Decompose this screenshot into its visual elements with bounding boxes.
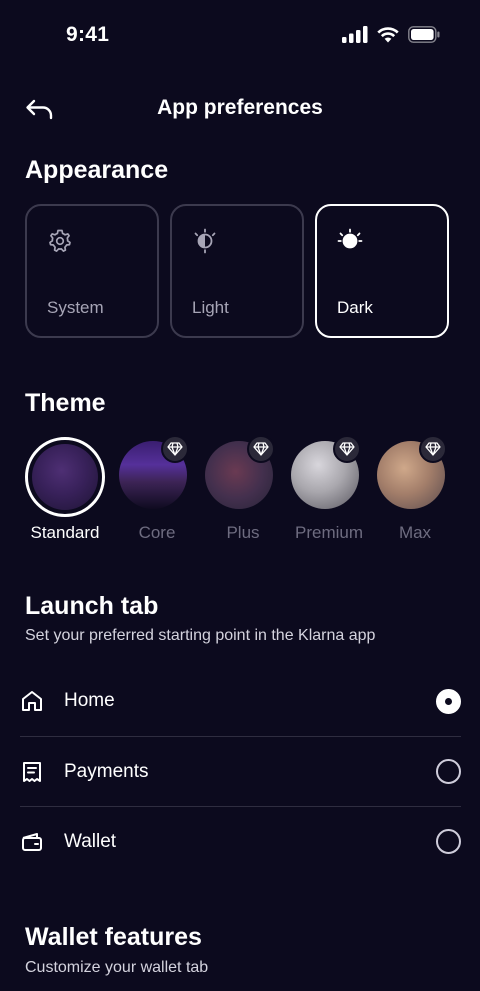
house-icon [22, 691, 42, 711]
theme-options: Standard Core Plus Premium Max [25, 435, 465, 547]
wallet-icon [22, 832, 42, 851]
diamond-icon [167, 442, 183, 456]
premium-badge [333, 435, 361, 463]
cellular-signal-icon [342, 26, 368, 43]
wallet-features-subtitle: Customize your wallet tab [25, 959, 209, 976]
theme-swatch [32, 444, 98, 510]
radio-button[interactable] [436, 829, 461, 854]
diamond-icon [425, 442, 441, 456]
gear-icon [49, 229, 71, 252]
appearance-option-system[interactable]: System [25, 204, 159, 338]
half-moon-icon [337, 228, 363, 249]
radio-button-selected[interactable] [436, 688, 461, 714]
battery-icon [408, 26, 440, 43]
launch-option-payments[interactable]: Payments [20, 736, 461, 806]
appearance-heading: Appearance [25, 156, 169, 184]
launch-option-label: Payments [64, 760, 149, 782]
theme-option-label: Plus [226, 523, 260, 542]
radio-button[interactable] [436, 759, 461, 784]
wifi-icon [377, 27, 399, 43]
premium-badge [247, 435, 275, 463]
appearance-option-label: System [47, 298, 104, 317]
launch-tab-options: Home Payments Wallet [20, 666, 461, 876]
diamond-icon [253, 442, 269, 456]
appearance-option-light[interactable]: Light [170, 204, 304, 338]
appearance-options: System Light Dark [25, 204, 449, 338]
appearance-option-dark[interactable]: Dark [315, 204, 449, 338]
wallet-features-heading: Wallet features [25, 923, 202, 951]
appearance-option-label: Light [192, 298, 229, 317]
navigation-bar: App preferences [0, 88, 480, 130]
launch-option-label: Home [64, 690, 115, 711]
launch-tab-heading: Launch tab [25, 592, 159, 620]
premium-badge [419, 435, 447, 463]
launch-option-wallet[interactable]: Wallet [20, 806, 461, 876]
receipt-icon [23, 761, 41, 782]
launch-option-label: Wallet [64, 830, 117, 852]
appearance-option-label: Dark [337, 298, 373, 317]
status-bar: 9:41 [0, 0, 480, 70]
premium-badge [161, 435, 189, 463]
theme-heading: Theme [25, 389, 106, 417]
launch-tab-subtitle: Set your preferred starting point in the… [25, 627, 376, 644]
theme-option-label: Standard [30, 523, 100, 542]
theme-option-label: Core [138, 523, 176, 542]
diamond-icon [339, 442, 355, 456]
theme-option-label: Premium [294, 523, 363, 542]
theme-option-label: Max [398, 523, 432, 542]
status-icons [342, 26, 440, 43]
launch-option-home[interactable]: Home [20, 666, 461, 736]
page-title: App preferences [157, 96, 323, 119]
half-sun-icon [194, 228, 216, 254]
status-time: 9:41 [66, 23, 110, 46]
